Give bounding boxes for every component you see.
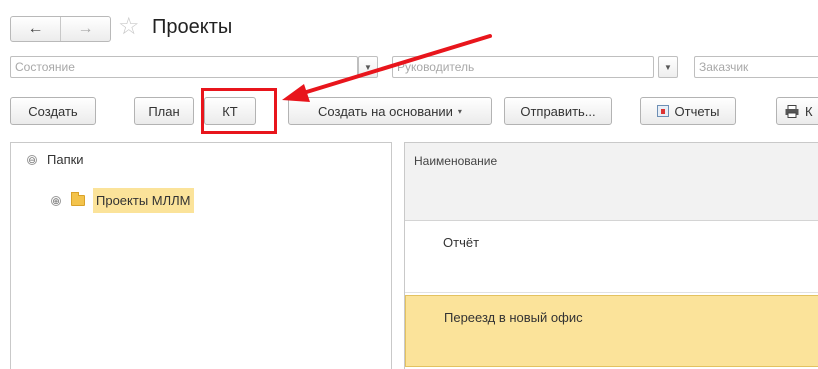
table-row-selected[interactable]: Переезд в новый офис: [405, 295, 818, 367]
column-header-label: Наименование: [414, 154, 498, 168]
table-row[interactable]: Отчёт: [405, 221, 818, 293]
column-header-name[interactable]: Наименование: [405, 143, 818, 221]
row-name: Переезд в новый офис: [444, 310, 583, 325]
collapse-icon[interactable]: ⊖: [27, 154, 37, 165]
tree-root-label: Папки: [47, 152, 84, 167]
folder-tree-panel: ⊖ Папки ⊕ Проекты МЛЛМ: [10, 142, 392, 369]
tree-item-label: Проекты МЛЛМ: [93, 188, 194, 213]
folder-icon: [71, 192, 85, 206]
expand-icon[interactable]: ⊕: [51, 195, 61, 206]
tree-root-folders[interactable]: ⊖ Папки: [27, 152, 84, 167]
row-name: Отчёт: [443, 235, 480, 250]
tree-item-projects-mllm[interactable]: ⊕ Проекты МЛЛМ: [51, 188, 194, 213]
projects-list-panel: Наименование Отчёт Переезд в новый офис: [404, 142, 818, 369]
